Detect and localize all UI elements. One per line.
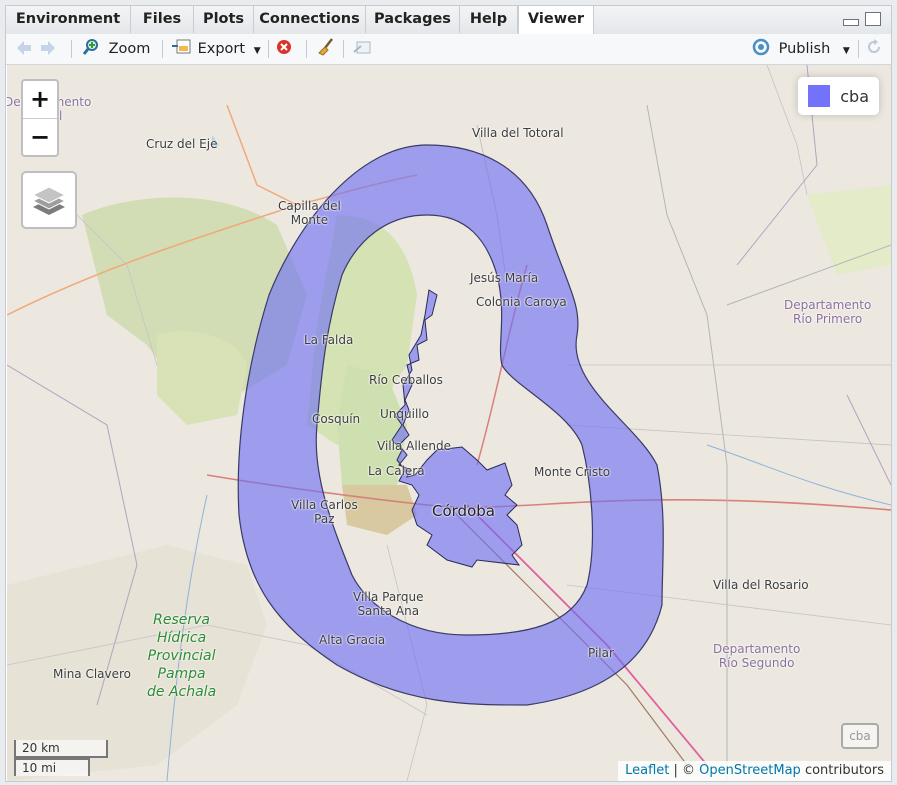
scale-km: 20 km xyxy=(14,740,108,758)
remove-icon[interactable] xyxy=(276,38,292,60)
map-tiles xyxy=(7,65,891,781)
popout-icon[interactable] xyxy=(352,38,372,60)
pane-tab-bar: Environment Files Plots Connections Pack… xyxy=(6,6,891,35)
place-label: Colonia Caroya xyxy=(476,295,567,309)
zoom-magnifier-icon xyxy=(82,39,98,55)
layers-button[interactable] xyxy=(21,171,77,229)
scale-mi: 10 mi xyxy=(14,758,90,776)
export-icon xyxy=(172,39,191,54)
place-label: La Calera xyxy=(368,464,425,478)
tab-connections[interactable]: Connections xyxy=(254,6,366,33)
place-label: Río Ceballos xyxy=(369,373,443,387)
export-button[interactable]: Export ▼ xyxy=(171,38,261,60)
publish-label: Publish xyxy=(778,41,831,57)
layer-toggle[interactable]: cba xyxy=(841,723,879,749)
attribution-separator: | © xyxy=(669,763,700,778)
place-label: Capilla del Monte xyxy=(278,199,341,227)
zoom-out-button[interactable]: − xyxy=(23,119,57,156)
map-legend: cba xyxy=(798,77,879,115)
publish-button[interactable]: Publish ▼ xyxy=(751,38,850,60)
broom-icon[interactable] xyxy=(316,38,336,60)
forward-arrow-icon[interactable] xyxy=(38,38,58,60)
tab-viewer[interactable]: Viewer xyxy=(518,6,594,35)
tab-environment[interactable]: Environment xyxy=(6,6,131,33)
place-label: Cosquín xyxy=(312,412,361,426)
tab-files[interactable]: Files xyxy=(131,6,194,33)
place-label: Pilar xyxy=(588,646,614,660)
place-label: Mina Clavero xyxy=(53,667,132,681)
zoom-button[interactable]: Zoom xyxy=(82,38,150,60)
leaflet-link[interactable]: Leaflet xyxy=(625,763,669,778)
attribution-suffix: contributors xyxy=(800,763,884,778)
place-label: Departamento Río Segundo xyxy=(713,642,801,670)
zoom-in-button[interactable]: + xyxy=(23,81,57,119)
place-label: Cruz del Eje xyxy=(146,137,218,151)
viewer-pane: Environment Files Plots Connections Pack… xyxy=(5,5,892,782)
tab-plots[interactable]: Plots xyxy=(194,6,254,33)
place-label: Unquillo xyxy=(380,407,429,421)
legend-swatch xyxy=(808,85,831,107)
place-label: Villa Allende xyxy=(377,439,451,453)
viewer-toolbar: Zoom Export ▼ Publish ▼ xyxy=(6,34,891,65)
legend-label: cba xyxy=(840,86,869,106)
tab-packages[interactable]: Packages xyxy=(366,6,460,33)
layers-icon xyxy=(31,186,67,215)
place-label: Monte Cristo xyxy=(534,465,611,479)
back-arrow-icon[interactable] xyxy=(14,38,34,60)
place-label: Jesús María xyxy=(470,271,539,285)
place-label: Alta Gracia xyxy=(319,633,386,647)
place-label: Córdoba xyxy=(432,502,495,520)
chevron-down-icon: ▼ xyxy=(253,46,261,56)
minimize-icon[interactable] xyxy=(843,19,859,26)
place-label: Departamento Río Primero xyxy=(784,298,872,326)
place-label: Villa del Rosario xyxy=(713,578,809,592)
publish-icon xyxy=(752,38,770,56)
map-attribution: Leaflet | © OpenStreetMap contributors xyxy=(618,761,891,781)
place-label: Villa Parque Santa Ana xyxy=(353,590,424,618)
place-label: La Falda xyxy=(304,333,354,347)
refresh-icon[interactable] xyxy=(865,38,883,60)
osm-link[interactable]: OpenStreetMap xyxy=(699,763,801,778)
leaflet-map[interactable]: Departamentodel Cruz del Eje Villa del T… xyxy=(7,65,891,781)
zoom-label: Zoom xyxy=(108,41,151,57)
place-label: Villa del Totoral xyxy=(472,126,564,140)
reserve-label: Reserva Hídrica Provincial Pampa de Achala xyxy=(147,612,217,700)
tab-help[interactable]: Help xyxy=(460,6,518,33)
place-label: Villa Carlos Paz xyxy=(291,498,358,526)
zoom-control: + − xyxy=(21,79,59,157)
maximize-icon[interactable] xyxy=(865,12,881,26)
chevron-down-icon: ▼ xyxy=(842,46,850,56)
export-label: Export xyxy=(197,41,246,57)
